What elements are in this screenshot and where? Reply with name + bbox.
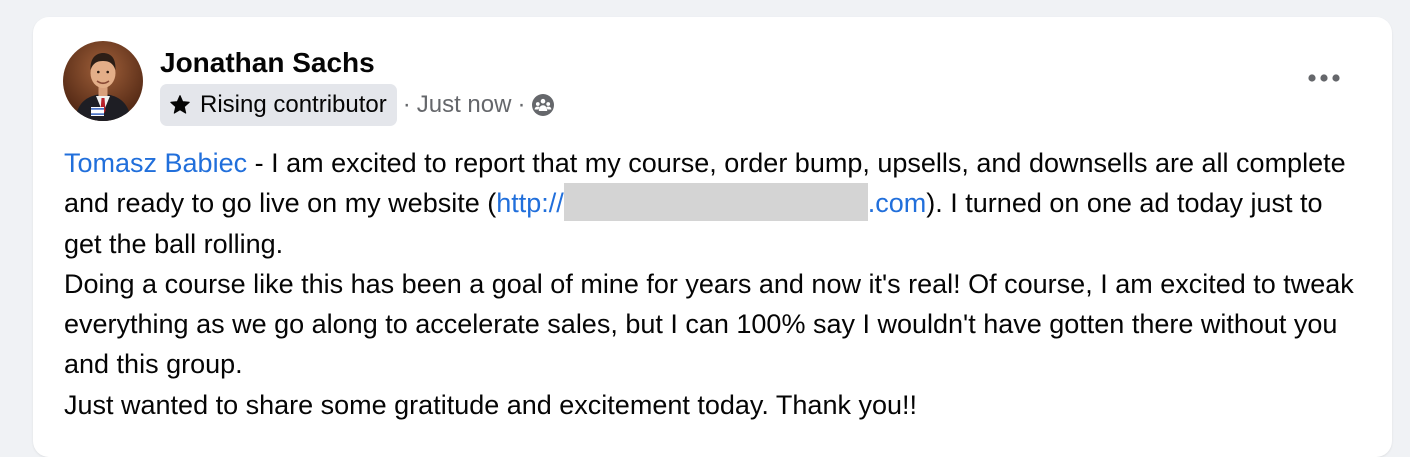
post-paragraph-1: Tomasz Babiec - I am excited to report t… [64,143,1364,264]
meta-separator: · [402,91,411,118]
post-timestamp[interactable]: Just now [417,91,512,119]
post-meta: Rising contributor · Just now · [160,84,555,126]
post-paragraph-2: Doing a course like this has been a goal… [64,268,1354,380]
more-options-button[interactable] [1304,63,1344,93]
star-icon [170,95,190,114]
redacted-block [563,183,868,222]
website-link[interactable]: http:// .com [496,183,927,222]
author-name[interactable]: Jonathan Sachs [160,46,375,80]
more-options-icon [1308,74,1340,82]
url-suffix: .com [867,188,927,219]
meta-separator: · [517,91,526,118]
author-avatar[interactable] [63,41,143,121]
badge-label: Rising contributor [200,91,387,118]
group-icon[interactable] [531,93,555,117]
post-card: Jonathan Sachs Rising contributor · Just… [33,17,1392,457]
rising-contributor-badge[interactable]: Rising contributor [160,84,397,126]
mention-link[interactable]: Tomasz Babiec [64,148,247,178]
url-prefix: http:// [496,188,564,219]
post-paragraph-3: Just wanted to share some gratitude and … [64,389,917,420]
post-body: Tomasz Babiec - I am excited to report t… [64,143,1364,425]
